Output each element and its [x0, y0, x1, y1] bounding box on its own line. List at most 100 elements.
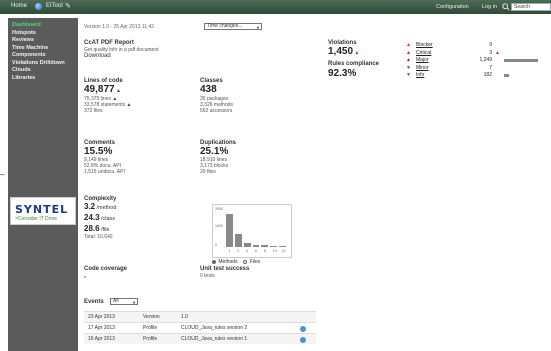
version-info: Version 1.0 - 25 Apr 2013 11:42	[84, 24, 154, 30]
severity-count: 9	[489, 42, 492, 48]
severity-link[interactable]: Critical	[416, 50, 431, 57]
info-icon[interactable]	[300, 326, 306, 332]
severity-blocker-icon: ▲	[406, 42, 411, 48]
severity-count: 3	[489, 49, 492, 56]
violations-value-wrap: 1,450 ▲	[328, 46, 359, 57]
severity-link[interactable]: Info	[416, 72, 424, 79]
severity-link[interactable]: Major	[416, 57, 429, 64]
severity-link[interactable]: Minor	[416, 65, 429, 72]
severity-count: 182	[483, 72, 492, 78]
chart-bar	[226, 214, 233, 247]
time-changes-value: Time changes...	[207, 23, 243, 29]
severity-row-info: ▼ Info 182	[406, 72, 546, 79]
top-bar: Home EITool ✎ Configuration Log in Searc…	[0, 0, 551, 14]
duplications-value: 25.1%	[200, 146, 229, 157]
company-logo: SYNTEL >Consider IT Done	[10, 197, 76, 225]
complexity-per-class: 24.3	[84, 213, 100, 222]
violations-value: 1,450	[328, 46, 354, 57]
severity-critical-icon: ▲	[406, 49, 411, 56]
sidebar-item-reviews[interactable]: Reviews	[8, 37, 78, 45]
logo-text: SYNTEL	[15, 203, 69, 216]
sidebar-item-components[interactable]: Components	[8, 52, 78, 60]
trend-up-icon: ▲	[126, 102, 132, 108]
x-tick-label: 12	[281, 249, 286, 253]
sidebar-item-hotspots[interactable]: Hotspots	[8, 30, 78, 38]
complexity-method-wrap: 3.2 /method	[84, 202, 116, 211]
complexity-distribution-chart: 2000 1000 0 1 2 4 6 8 10 12	[212, 204, 292, 258]
x-tick-label: 6	[255, 249, 257, 253]
complexity-per-file: 28.6	[84, 224, 100, 233]
rules-compliance-value: 92.3%	[328, 68, 357, 79]
info-icon[interactable]	[300, 337, 306, 343]
severity-major-icon: ▲	[406, 57, 411, 63]
comments-value: 15.5%	[84, 146, 113, 157]
globe-icon	[35, 3, 42, 10]
radio-files-label: Files	[249, 259, 261, 265]
events-label: Events	[84, 299, 104, 305]
complexity-total: Total: 10,642	[84, 234, 113, 240]
severity-row-major: ▲ Major 1,249	[406, 57, 546, 64]
sidebar-item-dashboard[interactable]: Dashboard	[8, 22, 78, 30]
chart-bar	[270, 245, 278, 247]
chart-bar	[261, 245, 269, 247]
sidebar-item-violations-drilldown[interactable]: Violations Drilldown	[8, 60, 78, 68]
severity-bar	[504, 74, 510, 77]
loc-files: 372 files	[84, 108, 103, 114]
radio-methods-label: Methods	[218, 259, 238, 265]
chart-bar	[234, 234, 242, 247]
trend-up-icon: ▲	[115, 88, 121, 94]
event-date: 16 Apr 2013	[88, 336, 115, 342]
event-category: Profile	[143, 336, 158, 342]
severity-row-critical: ▲ Critical 3 ▲	[406, 50, 546, 57]
severity-row-minor: ▼ Minor 7	[406, 65, 546, 72]
x-tick-label: 2	[237, 249, 240, 253]
chart-bar	[252, 244, 260, 247]
y-tick-label: 1000	[215, 224, 223, 228]
unit-tests-value: 0 tests	[200, 273, 215, 279]
rules-compliance-label: Rules compliance	[328, 61, 380, 67]
login-link[interactable]: Log in	[482, 4, 497, 10]
complexity-per-method: 3.2	[84, 202, 96, 211]
configuration-link[interactable]: Configuration	[436, 4, 469, 10]
severity-info-icon: ▼	[406, 72, 411, 78]
severity-count: 7	[489, 64, 492, 71]
home-link[interactable]: Home	[11, 3, 27, 9]
severity-minor-icon: ▼	[406, 64, 411, 71]
severity-count: 1,249	[479, 57, 492, 63]
events-filter-value: All	[113, 298, 119, 304]
coverage-value: -	[84, 274, 87, 281]
y-tick-label: 2000	[215, 207, 223, 211]
trend-up-icon: ▲	[354, 50, 360, 56]
x-tick-label: 4	[246, 249, 249, 253]
coverage-label: Code coverage	[84, 266, 128, 272]
chart-bar	[243, 242, 251, 247]
severity-bar	[504, 59, 538, 62]
complexity-per-class-unit: /class	[100, 216, 116, 222]
download-link[interactable]: Download	[84, 53, 111, 59]
sidebar: Dashboard Hotspots Reviews Time Machine …	[8, 18, 78, 351]
event-row: 16 Apr 2013 Profile CLOUD_Java_rules versi…	[84, 333, 316, 344]
x-tick-label: 1	[228, 249, 231, 253]
radio-files[interactable]	[243, 259, 248, 264]
complexity-file-wrap: 28.6 /file	[84, 224, 110, 233]
search-icon	[502, 3, 510, 11]
y-tick-label: 0	[215, 243, 217, 247]
pencil-icon[interactable]: ✎	[65, 2, 71, 10]
project-link[interactable]: EITool	[46, 3, 63, 9]
sidebar-item-clouds[interactable]: Clouds	[8, 67, 78, 75]
sidebar-item-libraries[interactable]: Libraries	[8, 75, 78, 83]
radio-methods[interactable]	[212, 259, 216, 264]
sidebar-item-time-machine[interactable]: Time Machine	[8, 45, 78, 53]
comments-undocu-api: 1,515 undocu. API	[84, 169, 125, 175]
unit-tests-label: Unit test success	[200, 266, 250, 272]
x-tick-label: 8	[263, 249, 266, 253]
chart-options: Methods Files	[212, 259, 260, 265]
complexity-per-file-unit: /file	[100, 227, 110, 233]
events-filter-select[interactable]: All ▼	[110, 298, 138, 305]
time-changes-select[interactable]: Time changes... ▼	[204, 23, 262, 30]
search-input[interactable]: Search	[511, 3, 551, 11]
severity-link[interactable]: Blocker	[416, 42, 433, 49]
x-tick-label: 10	[272, 249, 277, 253]
chart-bar	[279, 246, 286, 247]
duplications-files: 29 files	[200, 169, 216, 175]
